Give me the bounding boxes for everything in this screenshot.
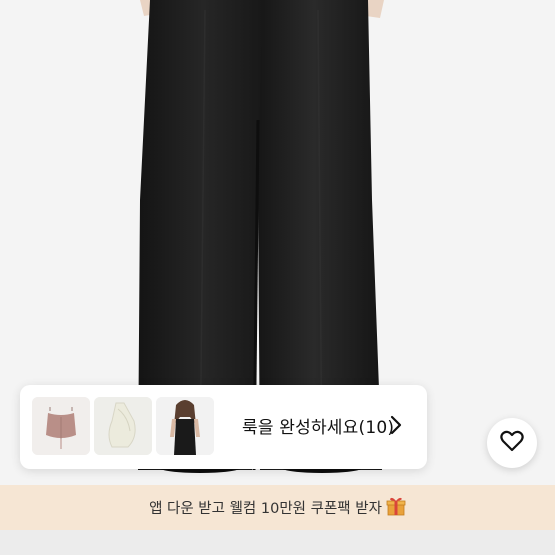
- black-wide-leg-pants-image: [0, 0, 555, 555]
- pink-corset-top-thumbnail[interactable]: [32, 397, 90, 455]
- product-photo: [0, 0, 555, 555]
- complete-the-look-card[interactable]: 룩을 완성하세요(10): [20, 385, 427, 469]
- app-download-promo-banner[interactable]: 앱 다운 받고 웰컴 10만원 쿠폰팩 받자: [0, 485, 555, 530]
- complete-the-look-label: 룩을 완성하세요(10): [242, 418, 395, 438]
- cream-halter-top-thumbnail[interactable]: [94, 397, 152, 455]
- model-black-camisole-thumbnail[interactable]: [156, 397, 214, 455]
- chevron-right-icon[interactable]: [390, 415, 402, 439]
- gift-icon: [386, 496, 406, 520]
- bottom-strip: [0, 530, 555, 555]
- wishlist-button[interactable]: [487, 418, 537, 468]
- heart-icon: [500, 430, 524, 456]
- promo-banner-text: 앱 다운 받고 웰컴 10만원 쿠폰팩 받자: [149, 501, 382, 517]
